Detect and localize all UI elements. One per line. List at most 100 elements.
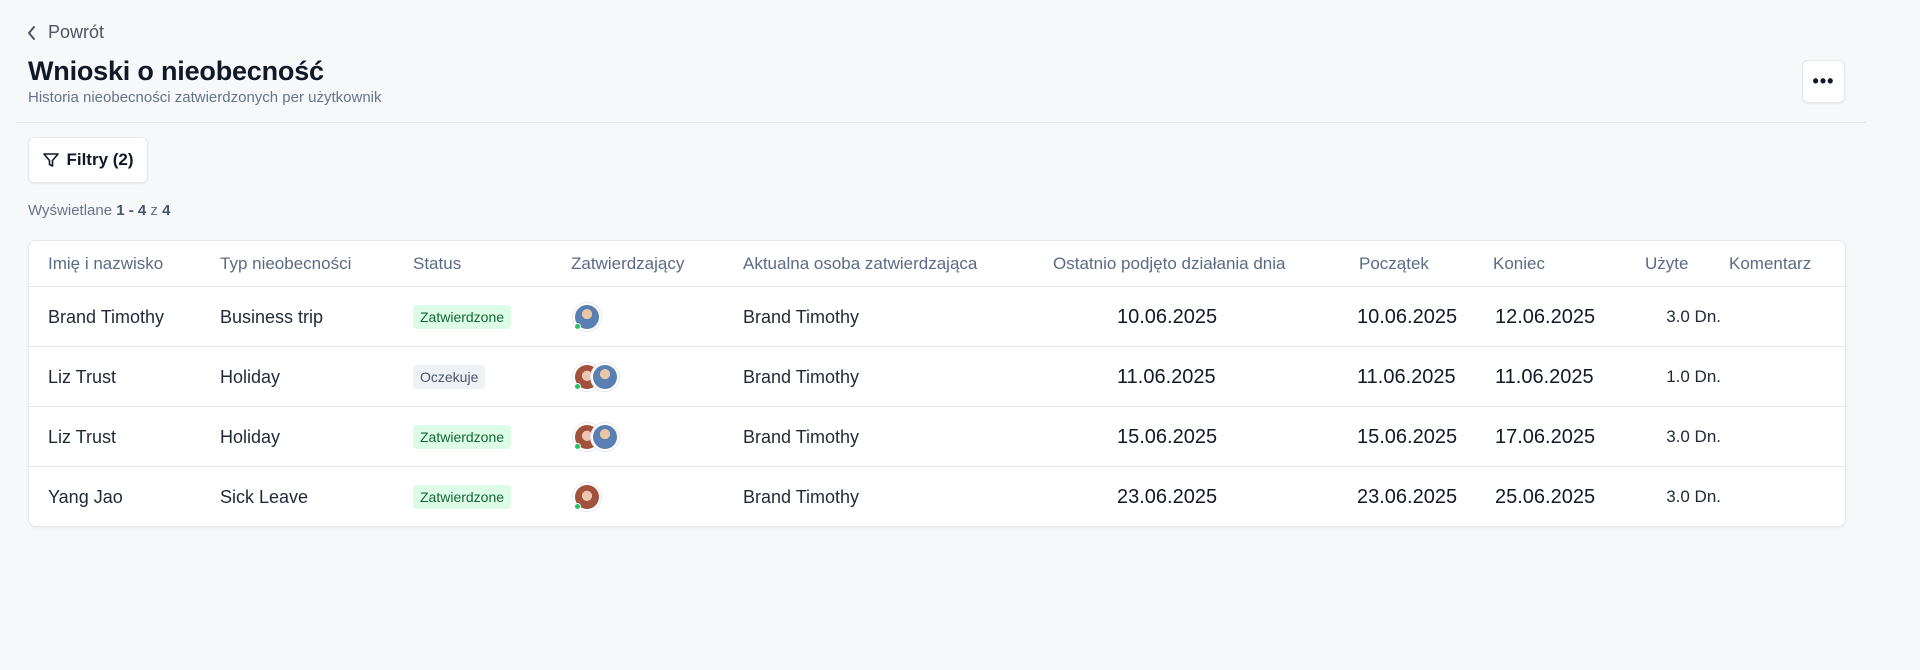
cell-last-action: 11.06.2025	[1117, 347, 1216, 407]
more-horizontal-icon: •••	[1812, 71, 1835, 91]
approver-avatars	[573, 303, 601, 331]
table-row[interactable]: Yang Jao Sick Leave Zatwierdzone Brand Timo…	[29, 467, 1845, 526]
table-header: Imię i nazwisko Typ nieobecności Status …	[29, 241, 1845, 287]
woman-avatar[interactable]	[573, 483, 601, 511]
cell-name-text: Brand Timothy	[48, 306, 165, 327]
cell-used: 1.0 Dn.	[1629, 347, 1721, 407]
cell-start: 15.06.2025	[1357, 407, 1457, 467]
cell-name-text: Liz Trust	[48, 426, 117, 447]
cell-type-text: Holiday	[220, 426, 281, 447]
cell-type-text: Sick Leave	[220, 486, 309, 507]
cell-status: Zatwierdzone	[413, 287, 512, 347]
cell-start-text: 10.06.2025	[1357, 305, 1458, 328]
filters-label: Filtry (2)	[66, 150, 134, 169]
column-header-end[interactable]: Koniec	[1493, 241, 1545, 287]
chevron-left-icon	[28, 25, 35, 40]
cell-current-approver: Brand Timothy	[743, 287, 859, 347]
column-header-name[interactable]: Imię i nazwisko	[48, 241, 163, 287]
cell-name: Liz Trust	[48, 347, 116, 407]
page: Powrót Wnioski o nieobecność Historia ni…	[0, 0, 1920, 670]
back-link[interactable]: Powrót	[26, 22, 104, 43]
column-header-type[interactable]: Typ nieobecności	[220, 241, 351, 287]
table-row[interactable]: Brand Timothy Business trip Zatwierdzone Br…	[29, 287, 1845, 347]
column-header-approvers[interactable]: Zatwierdzający	[571, 241, 684, 287]
column-header-current-approver[interactable]: Aktualna osoba zatwierdzająca	[743, 241, 977, 287]
cell-type: Holiday	[220, 407, 280, 467]
cell-status: Oczekuje	[413, 347, 486, 407]
cell-used-text: 3.0 Dn.	[1666, 307, 1721, 326]
cell-last-action-text: 23.06.2025	[1117, 485, 1218, 508]
status-badge: Zatwierdzone	[413, 305, 512, 329]
approver-avatars	[573, 363, 619, 391]
back-label: Powrót	[48, 22, 105, 42]
man-avatar[interactable]	[591, 363, 619, 391]
absence-table: Imię i nazwisko Typ nieobecności Status …	[28, 240, 1846, 527]
cell-status: Zatwierdzone	[413, 467, 512, 526]
status-badge: Zatwierdzone	[413, 425, 512, 449]
results-range: 1 - 4	[116, 202, 147, 219]
cell-current-approver-text: Brand Timothy	[743, 366, 860, 387]
cell-approvers	[573, 287, 601, 347]
cell-used-text: 3.0 Dn.	[1666, 427, 1721, 446]
cell-start-text: 15.06.2025	[1357, 425, 1458, 448]
cell-name: Brand Timothy	[48, 287, 164, 347]
cell-start: 11.06.2025	[1357, 347, 1456, 407]
cell-last-action: 15.06.2025	[1117, 407, 1217, 467]
cell-end: 17.06.2025	[1495, 407, 1595, 467]
cell-current-approver: Brand Timothy	[743, 407, 859, 467]
cell-used: 3.0 Dn.	[1629, 287, 1721, 347]
cell-name-text: Yang Jao	[48, 486, 123, 507]
cell-end: 25.06.2025	[1495, 467, 1596, 526]
cell-end-text: 12.06.2025	[1495, 305, 1596, 328]
results-of: z	[150, 202, 158, 219]
results-total: 4	[162, 202, 171, 219]
cell-last-action: 10.06.2025	[1117, 287, 1217, 347]
man-avatar[interactable]	[591, 423, 619, 451]
column-header-comment[interactable]: Komentarz	[1729, 241, 1811, 287]
cell-end: 11.06.2025	[1495, 347, 1594, 407]
cell-used: 3.0 Dn.	[1629, 467, 1721, 526]
page-title: Wnioski o nieobecność	[28, 56, 324, 86]
man-avatar[interactable]	[573, 303, 601, 331]
online-status-dot	[574, 503, 581, 510]
cell-end-text: 17.06.2025	[1495, 425, 1596, 448]
header-divider	[16, 122, 1866, 123]
cell-current-approver-text: Brand Timothy	[743, 426, 860, 447]
filters-button[interactable]: Filtry (2)	[28, 137, 148, 183]
column-header-used[interactable]: Użyte	[1645, 241, 1688, 287]
cell-last-action-text: 11.06.2025	[1117, 365, 1216, 388]
cell-name: Liz Trust	[48, 407, 116, 467]
cell-used-text: 1.0 Dn.	[1666, 367, 1721, 386]
column-header-last-action[interactable]: Ostatnio podjęto działania dnia	[1053, 241, 1286, 287]
cell-name-text: Liz Trust	[48, 366, 117, 387]
approver-avatars	[573, 423, 619, 451]
cell-type: Business trip	[220, 287, 323, 347]
online-status-dot	[574, 323, 581, 330]
cell-current-approver: Brand Timothy	[743, 467, 860, 526]
column-header-start[interactable]: Początek	[1359, 241, 1429, 287]
cell-current-approver-text: Brand Timothy	[743, 486, 860, 507]
more-options-button[interactable]: •••	[1802, 60, 1845, 103]
cell-type: Holiday	[220, 347, 280, 407]
cell-start-text: 23.06.2025	[1357, 485, 1458, 508]
cell-start: 23.06.2025	[1357, 467, 1458, 526]
column-header-status[interactable]: Status	[413, 241, 461, 287]
results-count: Wyświetlane 1 - 4 z 4	[28, 202, 170, 219]
table-body: Brand Timothy Business trip Zatwierdzone Br…	[29, 287, 1845, 526]
cell-current-approver: Brand Timothy	[743, 347, 859, 407]
cell-used-text: 3.0 Dn.	[1666, 487, 1721, 506]
cell-approvers	[573, 347, 619, 407]
table-row[interactable]: Liz Trust Holiday Oczekuje Brand Timothy 11.…	[29, 347, 1845, 407]
cell-end-text: 25.06.2025	[1495, 485, 1596, 508]
cell-type-text: Holiday	[220, 366, 281, 387]
results-prefix: Wyświetlane	[28, 202, 113, 219]
online-status-dot	[574, 443, 581, 450]
table-row[interactable]: Liz Trust Holiday Zatwierdzone Brand Timoth…	[29, 407, 1845, 467]
cell-end-text: 11.06.2025	[1495, 365, 1594, 388]
approver-avatars	[573, 483, 601, 511]
cell-used: 3.0 Dn.	[1629, 407, 1721, 467]
page-subtitle: Historia nieobecności zatwierdzonych per…	[28, 89, 382, 106]
cell-last-action: 23.06.2025	[1117, 467, 1218, 526]
cell-start-text: 11.06.2025	[1357, 365, 1456, 388]
cell-end: 12.06.2025	[1495, 287, 1595, 347]
